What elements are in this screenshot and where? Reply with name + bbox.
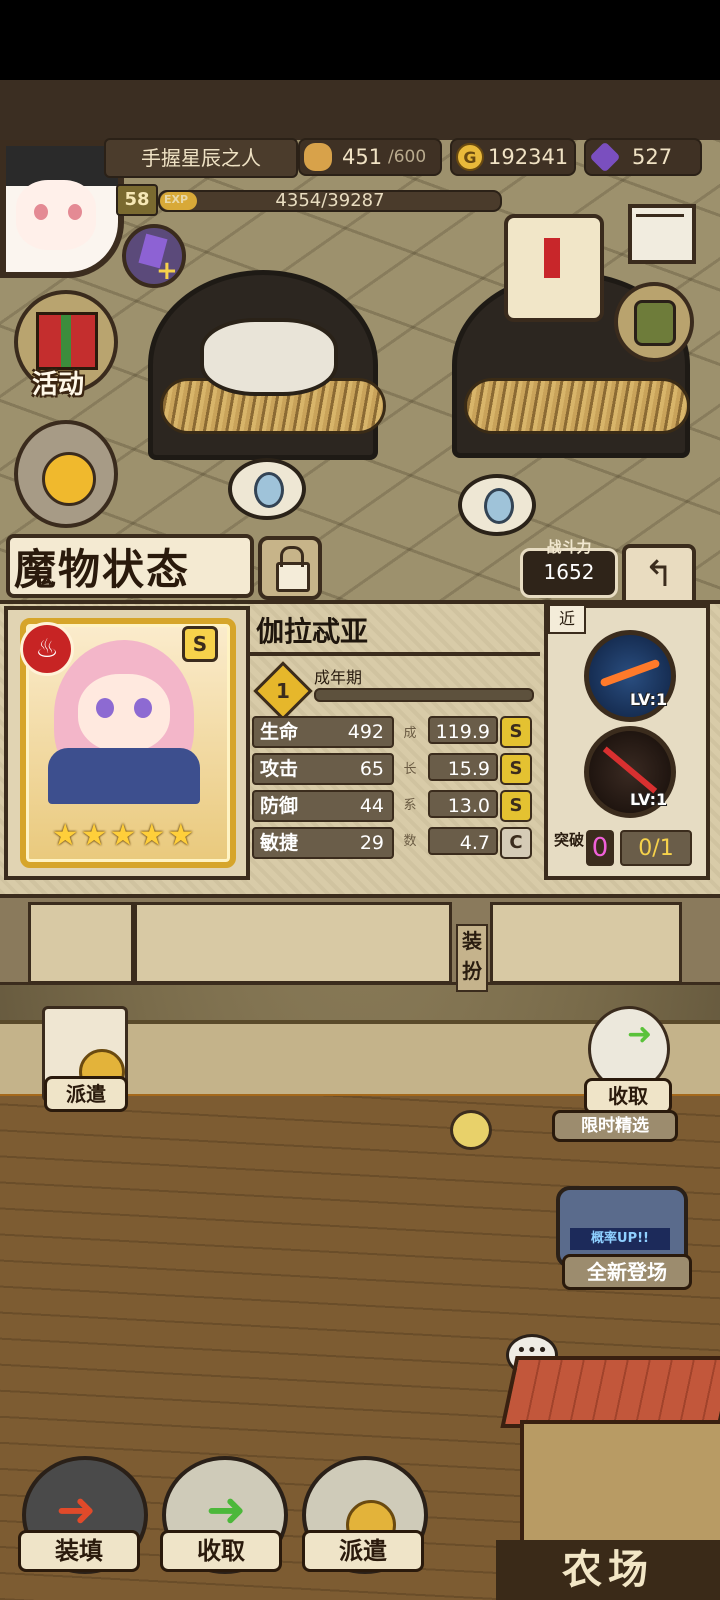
egg-bubble-icon[interactable]: [458, 474, 536, 536]
breakthrough-label: 突破: [554, 831, 585, 849]
breakthrough-progress[interactable]: 0/1: [620, 830, 692, 866]
growth-value: 4.7: [428, 827, 498, 855]
stamina-counter[interactable]: 451 /600: [298, 138, 442, 176]
player-level: 58: [116, 184, 158, 216]
stat-hp: 生命 492: [252, 716, 394, 748]
stat-value: 492: [347, 721, 384, 743]
name-divider: [248, 652, 540, 656]
monster-eye: [96, 698, 114, 718]
stat-label: 攻击: [260, 758, 299, 780]
egg-coin-icon: [42, 452, 96, 506]
growth-grade: S: [500, 790, 532, 822]
stamina-max: /600: [388, 147, 427, 167]
stage-number: 1: [276, 679, 290, 703]
stat-label: 防御: [260, 795, 299, 817]
bottom-dispatch-label[interactable]: 派遣: [302, 1530, 424, 1572]
growth-grade: C: [500, 827, 532, 859]
gem-counter[interactable]: 527: [584, 138, 702, 176]
stat-defense: 防御 44: [252, 790, 394, 822]
gift-icon: [36, 312, 98, 370]
exp-value: 4354/39287: [275, 190, 385, 211]
equipment-slot[interactable]: [28, 902, 134, 984]
growth-value: 13.0: [428, 790, 498, 818]
bottom-collect-label[interactable]: 收取: [160, 1530, 282, 1572]
combat-power-value: 1652: [543, 560, 595, 584]
load-label[interactable]: 装填: [18, 1530, 140, 1572]
exp-bar: EXP 4354/39287: [158, 190, 502, 212]
gold-coin-icon: G: [456, 143, 484, 171]
growth-value: 15.9: [428, 753, 498, 781]
buy-gem-button[interactable]: +: [122, 224, 186, 288]
mail-icon[interactable]: [628, 204, 696, 264]
skill-2-level: LV:1: [630, 790, 668, 809]
prob-up-label: 概率UP!!: [570, 1228, 670, 1250]
gold-counter[interactable]: G 192341: [450, 138, 576, 176]
growth-value: 119.9: [428, 716, 498, 744]
gold-value: 192341: [488, 145, 569, 169]
egg-bubble-icon[interactable]: [228, 458, 306, 520]
outfit-tab[interactable]: 装扮: [456, 924, 488, 992]
combat-power-label: 战斗力: [546, 538, 592, 556]
nest-straw: [464, 378, 690, 434]
player-name: 手握星辰之人: [104, 138, 298, 178]
limited-label[interactable]: 限时精选: [552, 1110, 678, 1142]
equipment-slot[interactable]: [134, 902, 452, 984]
skill-1-level: LV:1: [630, 690, 668, 709]
activity-label: 活动: [32, 370, 85, 400]
growth-grade: S: [500, 753, 532, 785]
stage-name: 成年期: [314, 668, 363, 687]
chick[interactable]: [450, 1110, 492, 1150]
growth-coefficient-label: 成 长 系 数: [403, 726, 417, 849]
monster-face: [78, 674, 170, 752]
stat-label: 生命: [260, 721, 299, 743]
stamina-value: 451: [342, 145, 383, 169]
rarity-grade: S: [182, 626, 218, 662]
gem-value: 527: [632, 145, 673, 169]
stat-attack: 攻击 65: [252, 753, 394, 785]
broken-egg: [200, 318, 338, 396]
farm-roof: [500, 1356, 720, 1428]
quest-scroll-icon[interactable]: [504, 214, 604, 322]
stat-value: 29: [359, 832, 384, 854]
equipment-slot[interactable]: [490, 902, 682, 984]
farm-label[interactable]: 农场: [496, 1540, 720, 1600]
stat-agility: 敏捷 29: [252, 827, 394, 859]
gem-icon: [589, 141, 621, 173]
stat-label: 敏捷: [260, 832, 299, 854]
farm-building[interactable]: [520, 1420, 720, 1548]
ceiling: [0, 80, 720, 146]
range-type: 近: [548, 604, 586, 634]
fire-element-icon: ♨: [20, 622, 74, 676]
monster-cape: [48, 748, 200, 804]
backpack-icon[interactable]: [614, 282, 694, 362]
stage-progress-bar: [314, 688, 534, 702]
panel-title: 魔物状态: [14, 545, 191, 594]
breakthrough-count: 0: [586, 830, 614, 866]
combat-power: 战斗力 1652: [520, 539, 618, 598]
lock-toggle[interactable]: [258, 536, 322, 600]
bread-icon: [304, 143, 332, 171]
growth-grade: S: [500, 716, 532, 748]
collect-label[interactable]: 收取: [584, 1078, 672, 1114]
return-arrow-icon: ↰: [643, 554, 675, 595]
monster-eye: [134, 698, 152, 718]
event-rabbit-button[interactable]: [14, 420, 118, 528]
new-arrival-label[interactable]: 全新登场: [562, 1254, 692, 1290]
stat-value: 65: [359, 758, 384, 780]
star-rating: ★★★★★: [51, 818, 197, 853]
monster-name: 伽拉忒亚: [256, 615, 369, 648]
stat-value: 44: [359, 795, 384, 817]
dispatch-label[interactable]: 派遣: [44, 1076, 128, 1112]
